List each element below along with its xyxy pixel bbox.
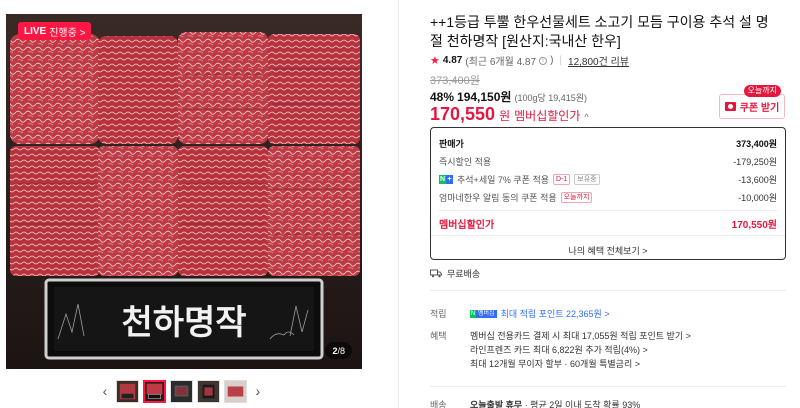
thumbnail-1[interactable] xyxy=(116,379,139,403)
chevron-up-icon[interactable]: ^ xyxy=(584,112,588,122)
delivery-row: 배송 오늘출발 휴무 · 평균 2일 이내 도착 확률 93% xyxy=(430,398,640,408)
product-main-image[interactable]: 천하명작 LIVE 진행중 > 2/8 xyxy=(6,14,362,369)
benefit-item-linefriends-card[interactable]: 라인프렌즈 카드 최대 6,822원 추가 적립(4%) > xyxy=(470,343,691,357)
live-badge[interactable]: LIVE 진행중 > xyxy=(18,22,92,40)
delivery-detail: · 평균 2일 이내 도착 확률 93% xyxy=(522,400,641,408)
owned-tag: 보유중 xyxy=(574,173,600,185)
breakdown-label: 엄마네한우 알림 동의 쿠폰 적용 xyxy=(439,192,557,203)
sale-price-row: 48% 194,150원 (100g당 19,415원) xyxy=(430,88,587,105)
rating-row: ★ 4.87 (최근 6개월 4.87 i ) | 12,800건 리뷰 xyxy=(430,53,629,68)
member-price: 170,550 xyxy=(430,104,496,124)
info-icon[interactable]: i xyxy=(539,56,548,65)
get-coupon-button[interactable]: 쿠폰 받기 xyxy=(719,94,785,119)
shipping-row: 무료배송 xyxy=(430,267,480,280)
member-price-unit: 원 xyxy=(499,109,511,123)
thumbnail-3[interactable] xyxy=(170,379,193,403)
points-link-text: 최대 적립 포인트 22,365원 > xyxy=(500,309,610,319)
star-icon: ★ xyxy=(430,55,440,67)
delivery-label: 배송 xyxy=(430,400,447,408)
benefits-row: 혜택 멤버십 전용카드 결제 시 최대 17,055원 적립 포인트 받기 > … xyxy=(430,329,691,371)
breakdown-row-season-coupon: N + 추석+세일 7% 쿠폰 적용 D-1 보유중 -13,600원 xyxy=(439,170,777,188)
benefit-item-card-points[interactable]: 멤버십 전용카드 결제 시 최대 17,055원 적립 포인트 받기 > xyxy=(470,329,691,343)
original-price: 373,400원 xyxy=(430,75,480,87)
engraving-text: 천하명작 xyxy=(121,303,246,343)
breakdown-value: -10,000원 xyxy=(738,192,777,203)
price-breakdown-box: 판매가 373,400원 즉시할인 적용 -179,250원 N + 추석+세일 … xyxy=(430,127,786,260)
points-row: 적립 N 멤버십 최대 적립 포인트 22,365원 > xyxy=(430,307,610,320)
d-day-tag: D-1 xyxy=(553,173,571,185)
delivery-status: 오늘출발 휴무 xyxy=(470,400,523,408)
member-price-row[interactable]: 170,550 원 멤버십할인가 ^ xyxy=(430,104,589,125)
chevron-right-icon: › xyxy=(255,383,261,399)
breakdown-value: 373,400원 xyxy=(736,138,777,149)
thumbnail-prev-button[interactable]: ‹ xyxy=(98,379,112,403)
today-only-tag: 오늘까지 xyxy=(560,191,593,203)
breakdown-row-instant-discount: 즉시할인 적용 -179,250원 xyxy=(439,152,777,170)
thumbnail-strip: ‹ › xyxy=(98,376,265,406)
divider xyxy=(430,290,786,291)
divider xyxy=(439,210,777,211)
breakdown-value: -13,600원 xyxy=(738,174,777,185)
coupon-area: 오늘까지 쿠폰 받기 xyxy=(719,85,785,119)
breakdown-label: 판매가 xyxy=(439,138,464,149)
beef-gift-set-image: 천하명작 xyxy=(6,14,362,369)
review-count-link[interactable]: 12,800건 리뷰 xyxy=(568,53,629,68)
benefits-list: 멤버십 전용카드 결제 시 최대 17,055원 적립 포인트 받기 > 라인프… xyxy=(470,329,691,371)
thumbnail-2-active[interactable] xyxy=(143,379,166,403)
unit-price: (100g당 19,415원) xyxy=(514,93,588,103)
thumbnail-4[interactable] xyxy=(197,379,220,403)
benefit-item-installment[interactable]: 최대 12개월 무이자 할부 · 60개월 특별금리 > xyxy=(470,357,691,371)
breakdown-value: -179,250원 xyxy=(733,156,777,167)
breakdown-label: 즉시할인 적용 xyxy=(439,156,492,167)
image-page-indicator: 2/8 xyxy=(325,342,352,359)
points-label: 적립 xyxy=(430,309,447,319)
panel-divider xyxy=(398,0,399,408)
benefits-label: 혜택 xyxy=(430,331,447,341)
breakdown-row-alert-coupon: 엄마네한우 알림 동의 쿠폰 적용 오늘까지 -10,000원 xyxy=(439,188,777,206)
sale-price: 194,150원 xyxy=(457,90,512,104)
member-price-label: 멤버십할인가 xyxy=(514,109,581,123)
thumbnail-5[interactable] xyxy=(224,379,247,403)
breakdown-row-list-price: 판매가 373,400원 xyxy=(439,134,777,152)
rating-detail: (최근 6개월 4.87 xyxy=(465,57,537,68)
divider xyxy=(430,386,786,387)
today-only-tag: 오늘까지 xyxy=(743,85,781,97)
delivery-text: 오늘출발 휴무 · 평균 2일 이내 도착 확률 93% xyxy=(470,398,640,408)
max-points-link[interactable]: N 멤버십 최대 적립 포인트 22,365원 > xyxy=(470,307,610,320)
naver-membership-icon: N 멤버십 xyxy=(470,309,497,318)
truck-icon xyxy=(430,269,442,278)
coupon-label: 쿠폰 받기 xyxy=(739,103,780,114)
page-total: /8 xyxy=(337,345,345,356)
breakdown-total-value: 170,550원 xyxy=(731,219,777,231)
rating-value: 4.87 xyxy=(442,55,463,66)
breakdown-label: 추석+세일 7% 쿠폰 적용 xyxy=(457,174,550,185)
shipping-label: 무료배송 xyxy=(447,269,481,279)
rating-detail-close: ) xyxy=(550,55,554,66)
breakdown-row-member-total: 멤버십할인가 170,550원 xyxy=(439,213,777,233)
breakdown-total-label: 멤버십할인가 xyxy=(439,219,495,231)
coupon-icon xyxy=(724,102,736,111)
separator: | xyxy=(559,55,563,66)
chevron-left-icon: ‹ xyxy=(102,383,108,399)
view-all-benefits-button[interactable]: 나의 혜택 전체보기 > xyxy=(439,236,777,264)
live-label: LIVE xyxy=(24,25,47,37)
live-sub-label: 진행중 > xyxy=(49,27,86,39)
thumbnail-next-button[interactable]: › xyxy=(251,379,265,403)
discount-rate: 48% xyxy=(430,90,455,104)
product-title: ++1등급 투뿔 한우선물세트 소고기 모듬 구이용 추석 설 명절 천하명작 … xyxy=(430,14,769,49)
naver-plus-icon: N + xyxy=(439,174,453,184)
